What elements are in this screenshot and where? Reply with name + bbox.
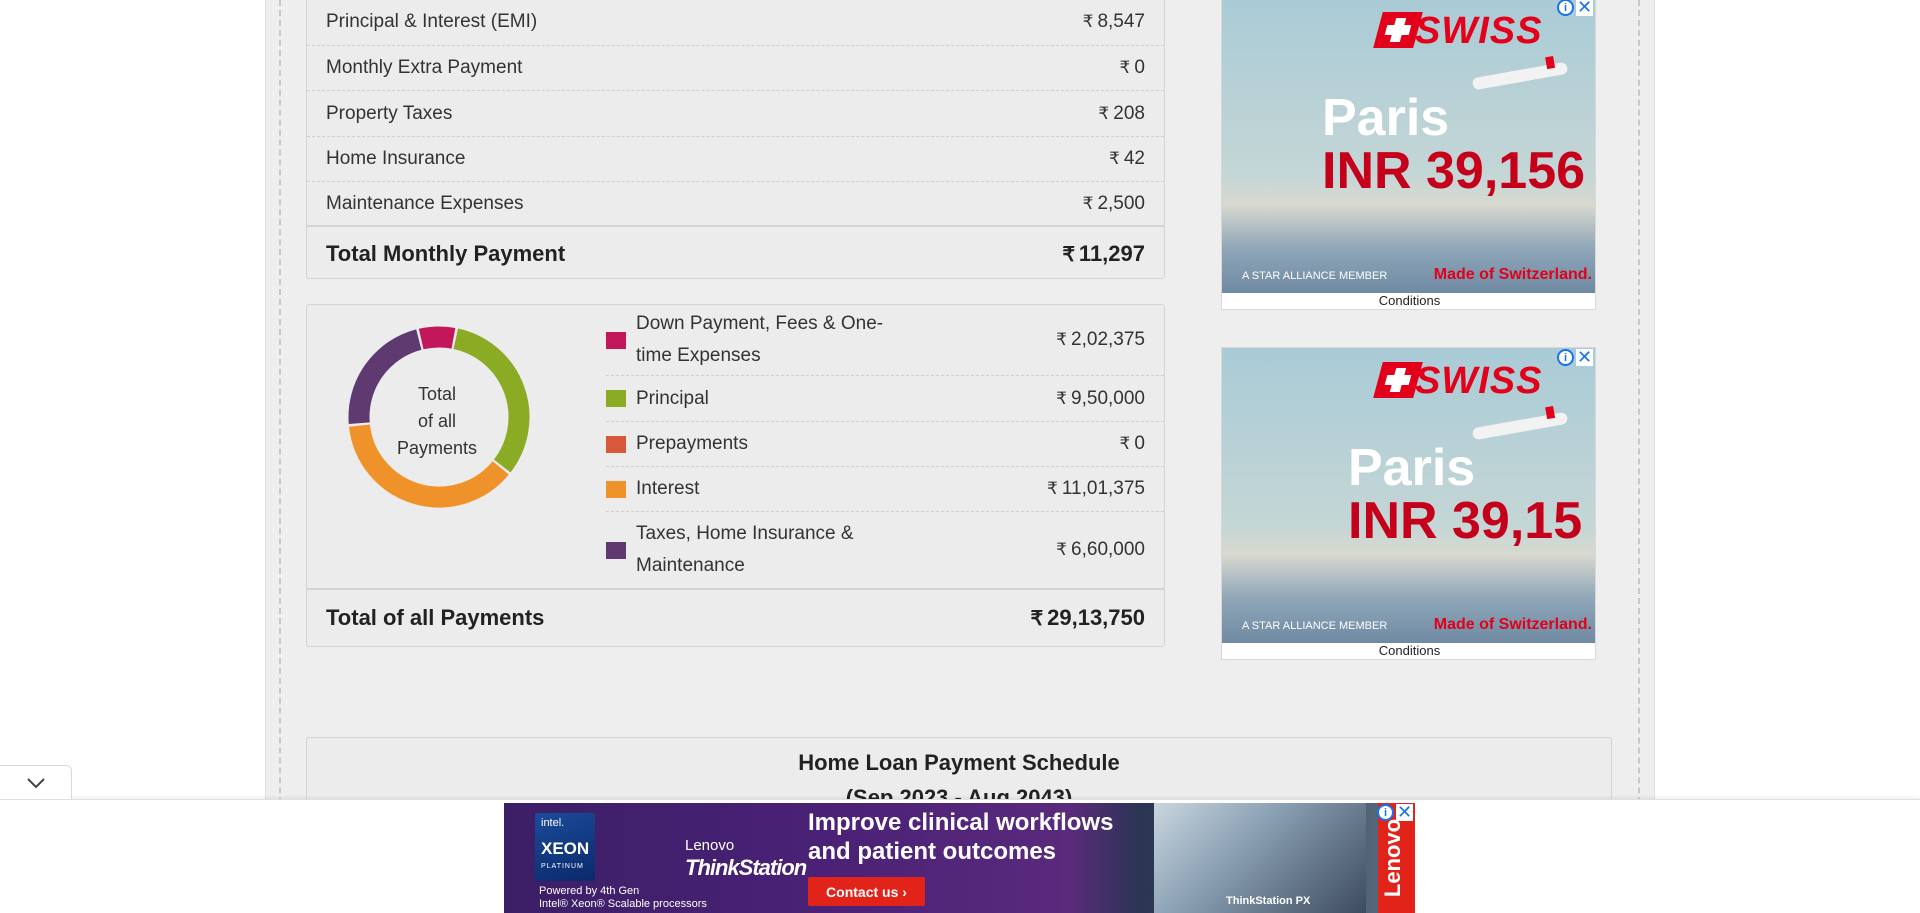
lenovo-wordmark: Lenovo [685,837,735,854]
donut-segment-0 [418,326,456,350]
payment-row: Monthly Extra Payment ₹0 [307,46,1164,91]
close-icon[interactable]: ✕ [1576,0,1593,16]
row-label: Principal & Interest (EMI) [326,10,538,32]
chevron-down-icon [26,777,45,788]
close-icon[interactable]: ✕ [1396,803,1413,821]
ad-conditions-link[interactable]: Conditions [1222,643,1595,658]
legend-value: ₹0 [1119,433,1145,454]
ad-brand: SWISS [1415,360,1543,402]
legend-swatch [606,390,626,407]
legend-item-interest: Interest ₹11,01,375 [606,467,1164,512]
row-value: ₹2,500 [1082,192,1145,214]
ad-controls: i ✕ [1377,803,1413,821]
monthly-payment-card: Principal & Interest (EMI) ₹8,547 Monthl… [306,0,1165,279]
total-label: Total of all Payments [326,605,545,630]
row-value: ₹42 [1108,148,1145,169]
row-label: Property Taxes [326,102,453,124]
legend-label: Principal [636,387,709,409]
legend-swatch [606,331,626,349]
ad-city: Paris [1348,439,1476,497]
donut-center-label: Total of all Payments [396,384,478,458]
legend-value: ₹9,50,000 [1056,387,1145,409]
legend-item-taxes-insurance: Taxes, Home Insurance & Maintenance ₹6,6… [606,512,1164,588]
legend-value: ₹6,60,000 [1056,539,1145,560]
ad-price: INR 39,15 [1348,492,1583,550]
row-value: ₹208 [1098,102,1145,124]
legend-swatch [606,541,626,559]
total-value: ₹29,13,750 [1030,605,1145,630]
contact-us-button[interactable]: Contact us › [808,877,925,906]
ad-price: INR 39,156 [1322,142,1586,200]
payment-breakdown-card: Total of all Payments Down Payment, Fees… [306,304,1165,647]
ad-controls: i ✕ [1557,348,1593,366]
legend-value: ₹2,02,375 [1056,329,1145,350]
ad-footer: A STAR ALLIANCE MEMBER Made of Switzerla… [1242,616,1592,633]
payment-row: Property Taxes ₹208 [307,91,1164,137]
total-of-all-payments: Total of all Payments ₹29,13,750 [307,588,1164,646]
legend-item-down-payment: Down Payment, Fees & One-time Expenses ₹… [606,305,1164,376]
dashed-divider [279,0,281,913]
row-label: Home Insurance [326,148,466,169]
total-monthly-payment: Total Monthly Payment ₹11,297 [307,229,1164,278]
ad-headline: Improve clinical workflows and patient o… [808,809,1114,865]
dashed-divider [1638,0,1640,913]
legend-item-principal: Principal ₹9,50,000 [606,376,1164,422]
legend-label: Down Payment, Fees & One-time Expenses [636,313,884,366]
legend-label: Prepayments [636,433,748,454]
intel-xeon-logo: intel. XEON PLATINUM [535,813,595,881]
thinkstation-wordmark: ThinkStation [685,855,807,880]
row-value: ₹8,547 [1082,10,1145,32]
swiss-ad-top[interactable]: SWISS Paris INR 39,156 A STAR ALLIANCE M… [1221,0,1596,310]
payment-row: Maintenance Expenses ₹2,500 [307,182,1164,227]
legend-value: ₹11,01,375 [1046,478,1145,499]
legend-label: Interest [636,478,700,499]
legend-swatch [606,480,626,498]
close-icon[interactable]: ✕ [1576,348,1593,366]
swiss-ad-bottom[interactable]: SWISS Paris INR 39,15 A STAR ALLIANCE ME… [1221,347,1596,660]
ad-conditions-link[interactable]: Conditions [1222,293,1595,308]
ad-brand: SWISS [1415,10,1543,52]
payment-row: Home Insurance ₹42 [307,137,1164,182]
collapse-ad-button[interactable] [0,765,72,799]
lenovo-banner-ad[interactable]: intel. XEON PLATINUM Lenovo ThinkStation… [504,803,1415,913]
row-label: Monthly Extra Payment [326,57,523,78]
row-label: Maintenance Expenses [326,192,524,214]
ad-controls: i ✕ [1557,0,1593,16]
legend-label: Taxes, Home Insurance & Maintenance [636,523,854,576]
legend-swatch [606,435,626,453]
info-icon[interactable]: i [1377,804,1394,821]
schedule-title: Home Loan Payment Schedule [798,750,1120,775]
info-icon[interactable]: i [1557,0,1574,16]
product-label: ThinkStation PX [1226,895,1311,907]
legend-item-prepayments: Prepayments ₹0 [606,422,1164,467]
ad-city: Paris [1322,89,1450,147]
ad-fine-print: Powered by 4th Gen Intel® Xeon® Scalable… [539,885,707,910]
row-value: ₹0 [1119,57,1145,78]
payment-row: Principal & Interest (EMI) ₹8,547 [307,0,1164,46]
total-label: Total Monthly Payment [326,240,566,266]
info-icon[interactable]: i [1557,349,1574,366]
ad-footer: A STAR ALLIANCE MEMBER Made of Switzerla… [1242,266,1592,283]
total-value: ₹11,297 [1062,240,1145,266]
